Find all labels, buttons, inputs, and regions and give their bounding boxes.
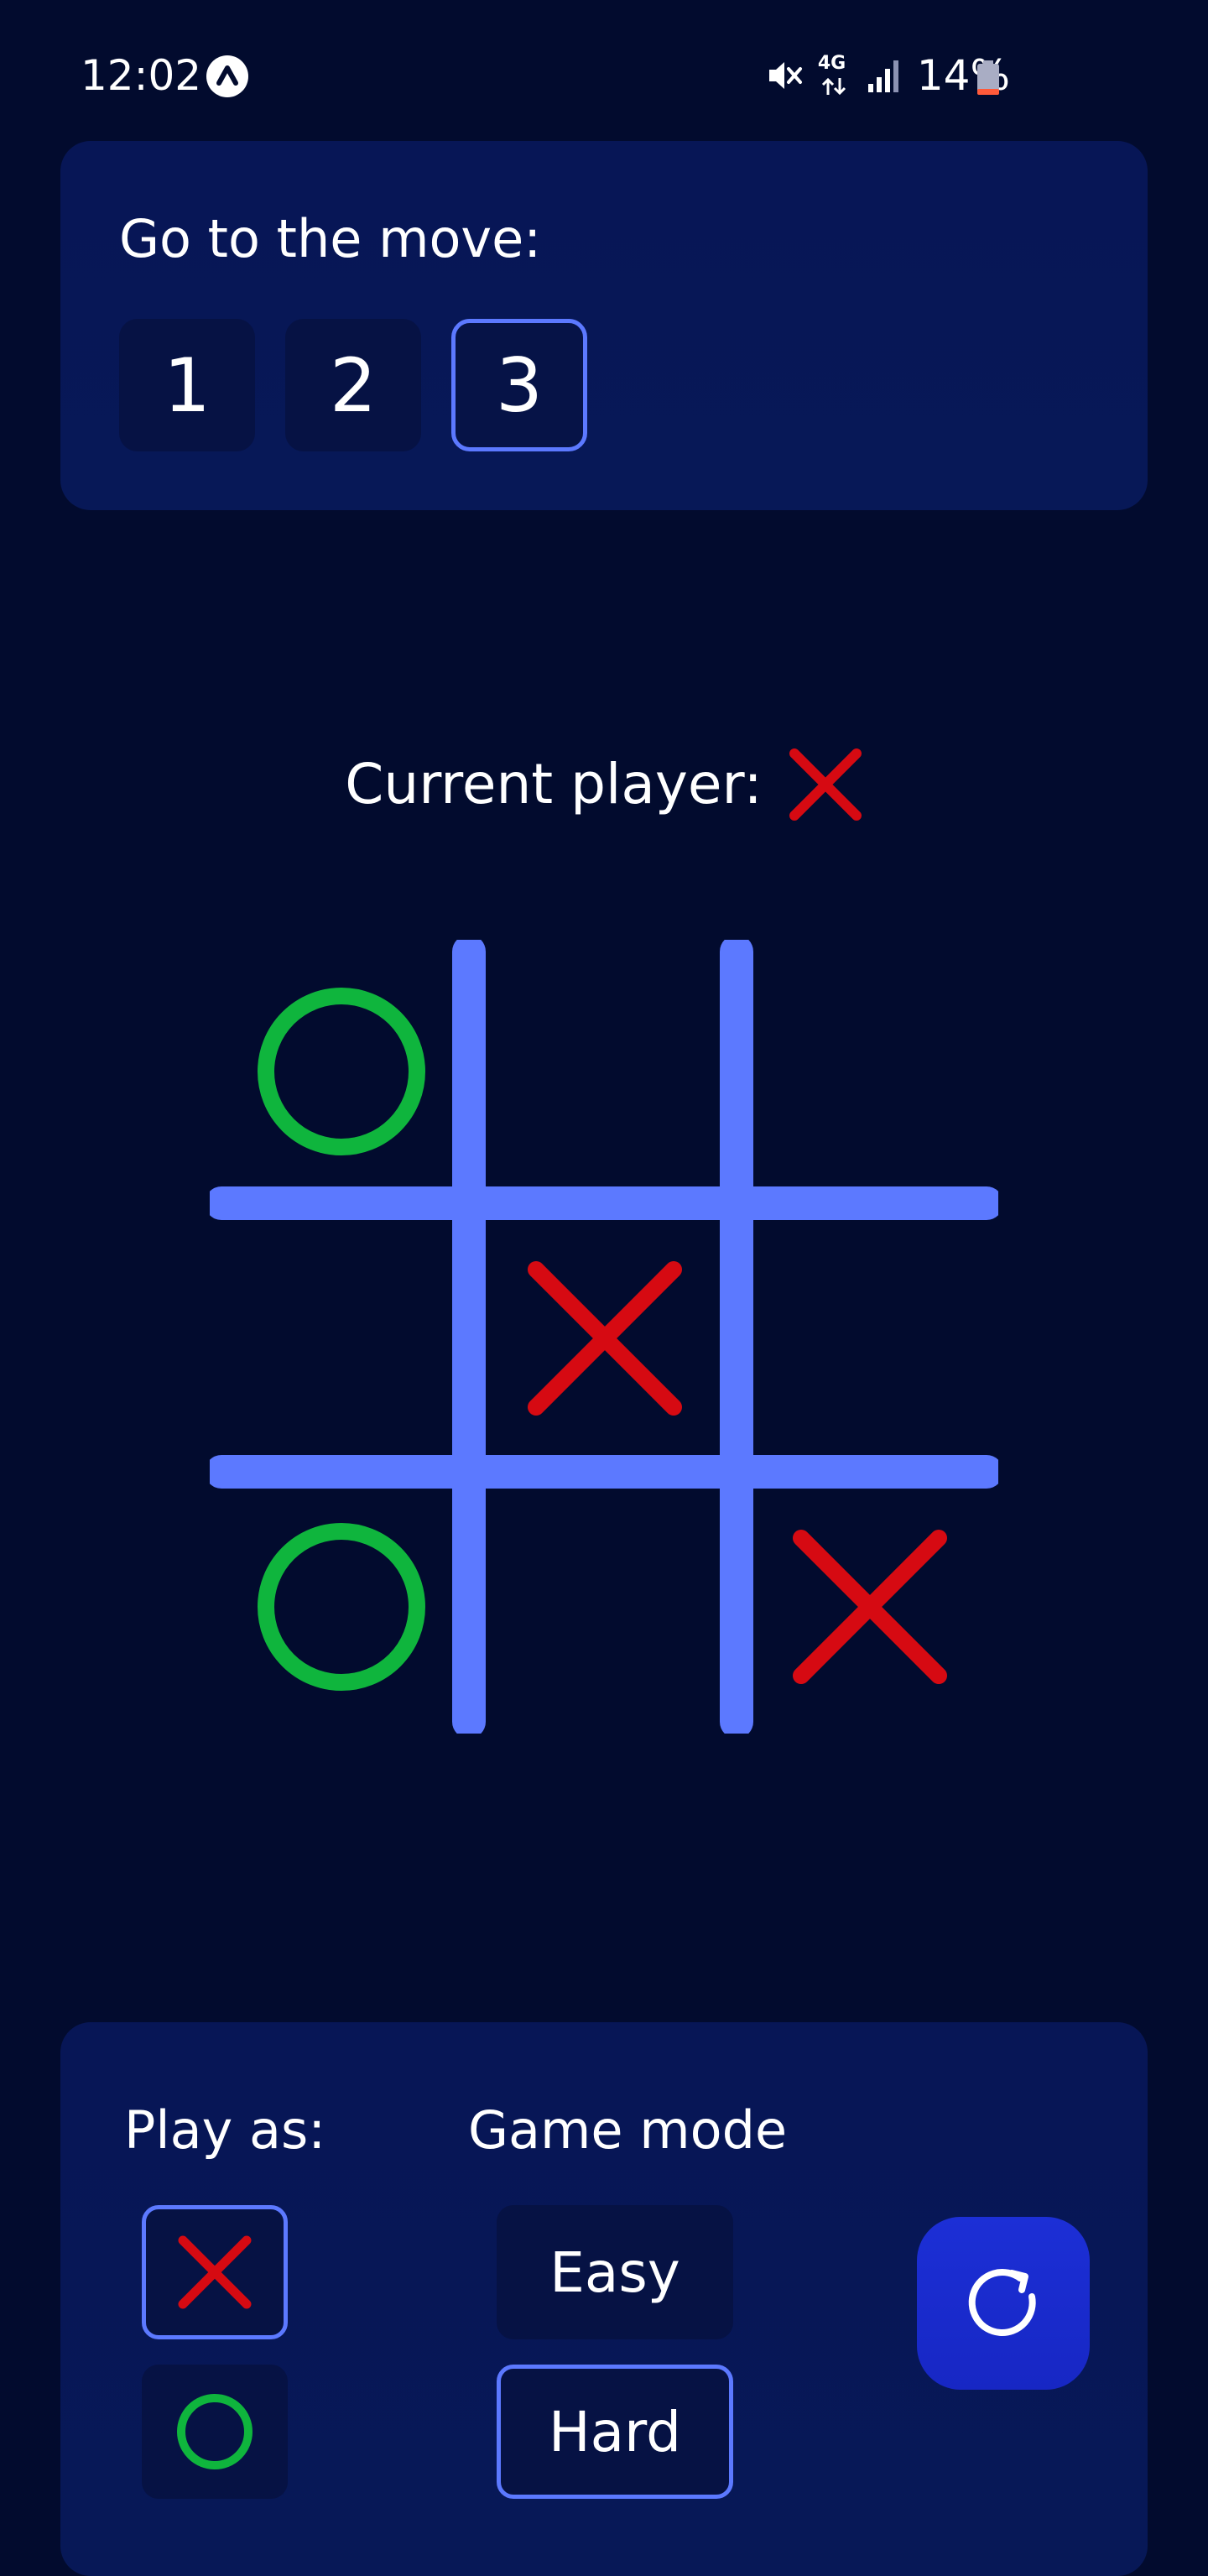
board-cell-2[interactable] xyxy=(473,940,737,1203)
refresh-icon xyxy=(968,2269,1036,2336)
play-as-label: Play as: xyxy=(124,2099,326,2161)
x-mark-icon xyxy=(793,1530,947,1684)
o-mark-icon xyxy=(258,1523,425,1691)
board-cell-7[interactable] xyxy=(210,1475,473,1739)
status-bar: 12:02 4G 14% xyxy=(0,0,1208,143)
move-history-title: Go to the move: xyxy=(119,208,542,269)
o-icon xyxy=(177,2394,253,2469)
mute-icon xyxy=(768,62,802,89)
network-indicator: 4G xyxy=(818,55,851,96)
board-cell-6[interactable] xyxy=(738,1207,1002,1470)
game-mode-label: Game mode xyxy=(468,2099,788,2161)
current-player-indicator: Current player: xyxy=(0,747,1208,822)
easy-mode-button[interactable]: Easy xyxy=(497,2205,733,2339)
board-cell-9[interactable] xyxy=(738,1475,1002,1739)
board-cell-3[interactable] xyxy=(738,940,1002,1203)
x-mark-icon xyxy=(528,1261,682,1416)
data-arrows-icon xyxy=(821,77,846,96)
settings-panel: Play as: Game mode Easy Hard xyxy=(60,2022,1148,2576)
board-cell-8[interactable] xyxy=(473,1475,737,1739)
hard-mode-button[interactable]: Hard xyxy=(497,2365,733,2499)
status-time: 12:02 xyxy=(81,51,202,100)
signal-icon xyxy=(867,60,898,92)
app-notification-icon xyxy=(206,55,248,97)
play-as-x-button[interactable] xyxy=(142,2205,288,2339)
move-button-1[interactable]: 1 xyxy=(119,319,255,451)
current-player-label: Current player: xyxy=(345,752,763,816)
move-button-3[interactable]: 3 xyxy=(451,319,587,451)
move-button-2[interactable]: 2 xyxy=(285,319,421,451)
game-board xyxy=(210,940,998,1734)
o-mark-icon xyxy=(258,988,425,1155)
play-as-o-button[interactable] xyxy=(142,2365,288,2499)
move-history-panel: Go to the move: 1 2 3 xyxy=(60,141,1148,510)
board-cell-4[interactable] xyxy=(210,1207,473,1470)
battery-icon xyxy=(977,60,999,95)
board-cell-1[interactable] xyxy=(210,940,473,1203)
network-type-label: 4G xyxy=(817,53,846,74)
restart-button[interactable] xyxy=(917,2217,1090,2390)
x-icon xyxy=(178,2235,252,2309)
status-right: 4G 14% xyxy=(766,50,1010,101)
move-buttons: 1 2 3 xyxy=(119,319,587,451)
current-player-x-icon xyxy=(789,748,862,821)
board-cell-5[interactable] xyxy=(473,1207,737,1470)
